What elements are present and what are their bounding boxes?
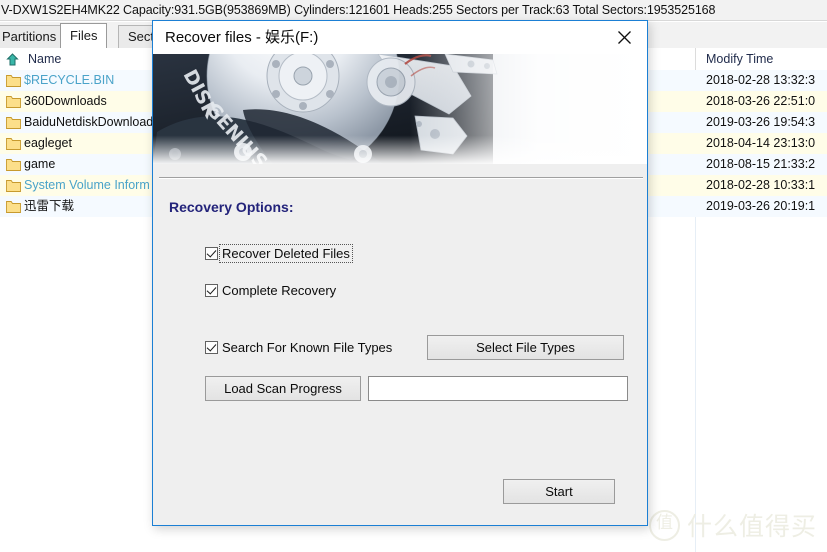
scan-progress-path-input[interactable] bbox=[368, 376, 628, 401]
row-modify-time: 2018-04-14 23:13:0 bbox=[706, 136, 816, 150]
row-modify-time: 2018-03-26 22:51:0 bbox=[706, 94, 816, 108]
dialog-body: Recovery Options: Recover Deleted Files … bbox=[153, 179, 647, 525]
row-file-name: 360Downloads bbox=[24, 94, 107, 108]
recovery-options-title: Recovery Options: bbox=[169, 199, 294, 215]
tab-partitions[interactable]: Partitions bbox=[0, 25, 67, 48]
column-header-modify-time[interactable]: Modify Time bbox=[706, 48, 773, 70]
dialog-titlebar[interactable]: Recover files - 娱乐(F:) bbox=[153, 21, 647, 54]
row-modify-time: 2018-08-15 21:33:2 bbox=[706, 157, 816, 171]
folder-icon bbox=[6, 95, 21, 108]
row-file-name: eagleget bbox=[24, 136, 72, 150]
column-header-name[interactable]: Name bbox=[28, 48, 61, 70]
folder-icon bbox=[6, 137, 21, 150]
folder-icon bbox=[6, 116, 21, 129]
row-modify-time: 2019-03-26 19:54:3 bbox=[706, 115, 816, 129]
select-file-types-button[interactable]: Select File Types bbox=[427, 335, 624, 360]
checkbox-complete-recovery[interactable]: Complete Recovery bbox=[205, 282, 338, 299]
sort-ascending-arrow-icon[interactable] bbox=[6, 53, 19, 66]
row-modify-time: 2018-02-28 13:32:3 bbox=[706, 73, 816, 87]
row-file-name: System Volume Inform bbox=[24, 178, 150, 192]
tab-files[interactable]: Files bbox=[60, 23, 108, 48]
load-scan-progress-button[interactable]: Load Scan Progress bbox=[205, 376, 361, 401]
folder-icon bbox=[6, 200, 21, 213]
row-file-name: BaiduNetdiskDownload bbox=[24, 115, 154, 129]
checkbox-label: Complete Recovery bbox=[222, 283, 337, 298]
checkbox-label: Search For Known File Types bbox=[222, 340, 393, 355]
screen: V-DXW1S2EH4MK22 Capacity:931.5GB(953869M… bbox=[0, 0, 827, 552]
row-file-name: $RECYCLE.BIN bbox=[24, 73, 115, 87]
disk-info-bar: V-DXW1S2EH4MK22 Capacity:931.5GB(953869M… bbox=[0, 0, 827, 21]
folder-icon bbox=[6, 158, 21, 171]
dialog-title: Recover files - 娱乐(F:) bbox=[165, 29, 319, 46]
dialog-banner-image: DISK GENIUS bbox=[153, 54, 647, 164]
checkbox-search-known-file-types[interactable]: Search For Known File Types bbox=[205, 339, 394, 356]
folder-icon bbox=[6, 74, 21, 87]
checkbox-recover-deleted-files[interactable]: Recover Deleted Files bbox=[205, 244, 353, 263]
checkbox-icon[interactable] bbox=[205, 284, 218, 297]
row-modify-time: 2019-03-26 20:19:1 bbox=[706, 199, 816, 213]
close-icon[interactable] bbox=[601, 21, 647, 54]
recover-files-dialog: Recover files - 娱乐(F:) Recovery Options:… bbox=[152, 20, 648, 526]
row-file-name: game bbox=[24, 157, 56, 171]
header-divider bbox=[695, 48, 696, 70]
checkbox-icon[interactable] bbox=[205, 341, 218, 354]
checkbox-label: Recover Deleted Files bbox=[219, 244, 353, 263]
folder-icon bbox=[6, 179, 21, 192]
start-button[interactable]: Start bbox=[503, 479, 615, 504]
row-modify-time: 2018-02-28 10:33:1 bbox=[706, 178, 816, 192]
checkbox-icon[interactable] bbox=[205, 247, 218, 260]
row-file-name: 迅雷下载 bbox=[24, 199, 75, 213]
